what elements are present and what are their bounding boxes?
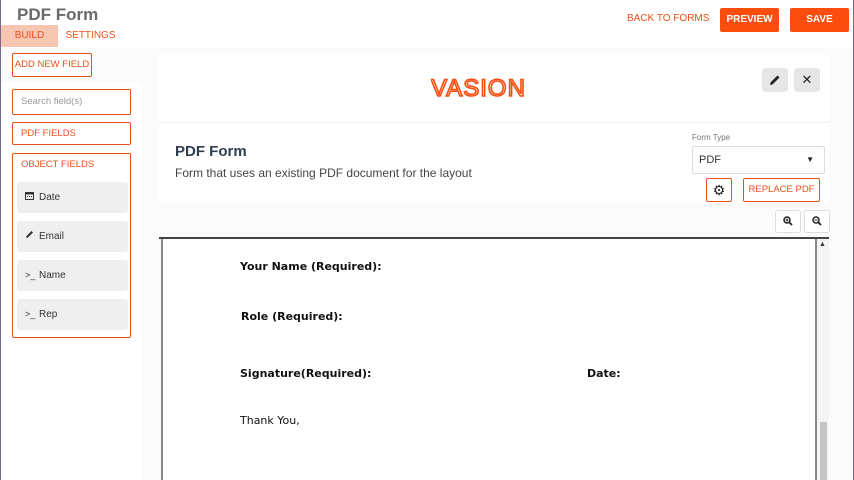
close-icon: ✕ — [801, 72, 813, 87]
object-fields-section: OBJECT FIELDS Date Email >_ Name >_ Rep — [12, 153, 131, 338]
zoom-in-icon — [783, 216, 793, 229]
scroll-thumb[interactable] — [820, 422, 827, 480]
form-description: Form that uses an existing PDF document … — [175, 166, 472, 180]
pdf-page: Your Name (Required): Role (Required): S… — [161, 239, 817, 480]
logo-text: VASION — [431, 75, 526, 101]
divider — [159, 122, 829, 123]
settings-gear-button[interactable]: ⚙ — [706, 178, 732, 202]
object-fields-label[interactable]: OBJECT FIELDS — [21, 159, 94, 170]
pdf-fields-section[interactable]: PDF FIELDS — [12, 122, 131, 145]
form-type-select[interactable]: PDF ▼ — [692, 146, 825, 174]
back-to-forms-link[interactable]: BACK TO FORMS — [627, 13, 709, 24]
save-button[interactable]: SAVE — [790, 8, 849, 32]
pdf-line-thank-you: Thank You, — [240, 414, 300, 427]
pdf-line-role: Role (Required): — [241, 310, 343, 323]
page-title: PDF Form — [17, 5, 99, 24]
zoom-out-icon — [812, 216, 822, 229]
field-item-name[interactable]: >_ Name — [17, 260, 128, 291]
scroll-up-icon[interactable]: ▲ — [819, 241, 826, 248]
preview-button[interactable]: PREVIEW — [720, 8, 779, 32]
pdf-line-signature: Signature(Required): — [240, 367, 372, 380]
field-item-label: Date — [39, 192, 61, 203]
tab-build[interactable]: BUILD — [1, 25, 58, 47]
form-card: VASION ✕ PDF Form Form that uses an exis… — [159, 55, 829, 203]
replace-pdf-button[interactable]: REPLACE PDF — [743, 178, 820, 202]
form-type-value: PDF — [699, 154, 721, 166]
pdf-scrollbar[interactable]: ▲ — [817, 239, 829, 480]
top-bar: PDF Form BUILD SETTINGS BACK TO FORMS PR… — [1, 0, 853, 48]
close-button[interactable]: ✕ — [794, 68, 820, 92]
terminal-icon: >_ — [25, 309, 36, 319]
form-title: PDF Form — [175, 143, 247, 160]
calendar-icon — [25, 182, 39, 213]
terminal-icon: >_ — [25, 270, 36, 280]
field-item-label: Rep — [39, 309, 58, 320]
pdf-line-your-name: Your Name (Required): — [240, 260, 382, 273]
field-item-label: Email — [39, 231, 65, 242]
pdf-preview: Your Name (Required): Role (Required): S… — [159, 237, 829, 480]
zoom-in-button[interactable] — [775, 210, 801, 233]
tab-settings[interactable]: SETTINGS — [63, 25, 118, 47]
add-new-field-button[interactable]: ADD NEW FIELD — [12, 53, 92, 77]
field-item-rep[interactable]: >_ Rep — [17, 299, 128, 330]
gear-icon: ⚙ — [712, 182, 726, 198]
pencil-icon — [25, 221, 39, 252]
search-fields-input[interactable]: Search field(s) — [12, 89, 131, 115]
zoom-out-button[interactable] — [804, 210, 830, 233]
caret-down-icon: ▼ — [806, 155, 814, 164]
vasion-logo: VASION — [430, 74, 555, 106]
edit-button[interactable] — [762, 68, 788, 92]
field-item-email[interactable]: Email — [17, 221, 128, 252]
field-item-date[interactable]: Date — [17, 182, 128, 213]
pencil-icon — [769, 74, 781, 89]
form-type-label: Form Type — [692, 133, 731, 142]
pdf-line-date: Date: — [587, 367, 621, 380]
field-item-label: Name — [39, 270, 66, 281]
